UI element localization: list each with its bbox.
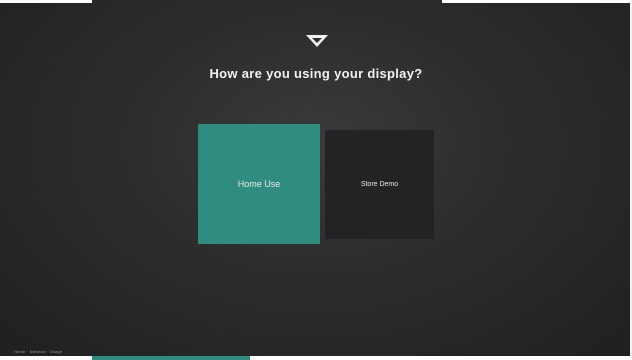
store-demo-label: Store Demo [360, 181, 399, 188]
page-title: How are you using your display? [209, 66, 423, 81]
top-right-border [442, 0, 632, 3]
setup-progress-bar [0, 356, 632, 360]
setup-progress-fill [92, 356, 250, 360]
top-left-border [0, 0, 92, 3]
breadcrumb: Home · Network · Usage [14, 349, 63, 354]
home-use-label: Home Use [237, 179, 281, 189]
setup-screen: How are you using your display? Home Use… [0, 0, 632, 360]
store-demo-option[interactable]: Store Demo [325, 130, 434, 239]
vizio-v-logo-icon [306, 35, 328, 47]
home-use-option[interactable]: Home Use [198, 124, 320, 244]
